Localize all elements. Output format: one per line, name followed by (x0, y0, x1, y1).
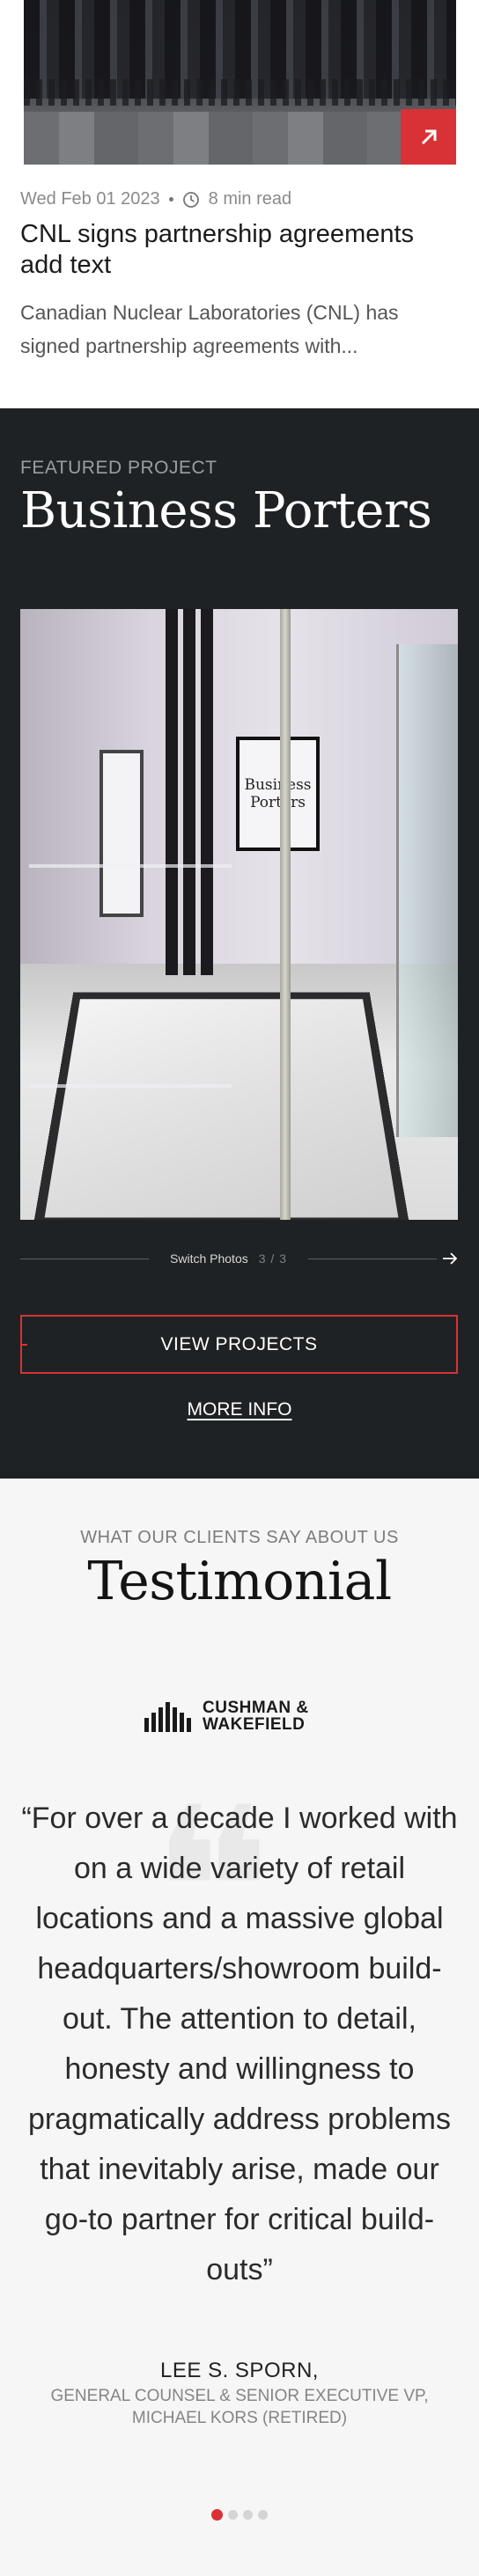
logo-line: CUSHMAN & (203, 1699, 309, 1717)
news-title[interactable]: CNL signs partnership agreements add tex… (20, 219, 461, 281)
photo-pole (280, 609, 291, 1220)
featured-title: Business Porters (20, 482, 432, 539)
meta-separator (168, 197, 173, 202)
photo-stripe (166, 609, 178, 976)
carousel-dot[interactable] (228, 2510, 238, 2520)
project-photo[interactable]: Business Porters (20, 609, 458, 1220)
photo-door (99, 750, 144, 917)
carousel-dot[interactable] (243, 2510, 253, 2520)
photo-glass-wall (396, 644, 458, 1137)
switch-photos-control[interactable]: Switch Photos 3 / 3 (20, 1250, 458, 1267)
testimonial-kicker: WHAT OUR CLIENTS SAY ABOUT US (80, 1528, 399, 1547)
logo-text: CUSHMAN & WAKEFIELD (203, 1699, 309, 1733)
view-projects-button[interactable]: VIEW PROJECTS (20, 1315, 458, 1374)
photo-rail (29, 1084, 232, 1088)
photo-rail (29, 864, 232, 868)
carousel-dot[interactable] (258, 2510, 268, 2520)
testimonial-author: LEE S. SPORN, (160, 2359, 319, 2382)
news-date: Wed Feb 01 2023 (20, 189, 160, 209)
testimonial-section: WHAT OUR CLIENTS SAY ABOUT US Testimonia… (0, 1479, 479, 2576)
testimonial-quote: “For over a decade I worked with on a wi… (21, 1802, 458, 2286)
photo-stripe (201, 609, 213, 976)
view-projects-label: VIEW PROJECTS (160, 1333, 318, 1354)
news-excerpt: Canadian Nuclear Laboratories (CNL) has … (20, 301, 399, 357)
open-article-button[interactable] (401, 109, 456, 165)
photo-business-porters-sign: Business Porters (236, 737, 320, 851)
photo-floor (24, 112, 456, 165)
featured-label: FEATURED PROJECT (20, 458, 217, 478)
carousel-dots[interactable] (0, 2509, 479, 2521)
photo-stripe (183, 609, 195, 976)
cushman-wakefield-logo: CUSHMAN & WAKEFIELD (143, 1697, 336, 1736)
sign-line: Porters (250, 794, 306, 811)
testimonial-author-role: GENERAL COUNSEL & SENIOR EXECUTIVE VP, M… (50, 2387, 429, 2427)
arrow-up-right-icon (421, 129, 436, 144)
carousel-dot[interactable] (211, 2509, 223, 2521)
sign-line: Business (244, 776, 312, 794)
cushman-wakefield-bars-icon (144, 1702, 191, 1732)
logo-line: WAKEFIELD (203, 1715, 306, 1734)
photo-floor (20, 963, 458, 1220)
testimonial-title: Testimonial (87, 1551, 392, 1612)
news-photo[interactable] (24, 0, 456, 165)
more-info-link[interactable]: MORE INFO (0, 1399, 479, 1420)
arrow-right-icon[interactable] (442, 1252, 458, 1265)
news-meta: Wed Feb 01 2023 8 min read (20, 189, 291, 209)
news-card[interactable]: Wed Feb 01 2023 8 min read CNL signs par… (0, 0, 479, 408)
switch-photos-label: Switch Photos (170, 1251, 248, 1266)
news-read-time: 8 min read (208, 189, 292, 209)
photo-counter: 3 / 3 (258, 1251, 287, 1266)
button-accent (20, 1344, 27, 1346)
clock-icon (182, 191, 199, 208)
featured-project-section: FEATURED PROJECT Business Porters Busine… (0, 408, 479, 1479)
photo-tiles (33, 992, 410, 1220)
photo-detail (24, 79, 456, 106)
